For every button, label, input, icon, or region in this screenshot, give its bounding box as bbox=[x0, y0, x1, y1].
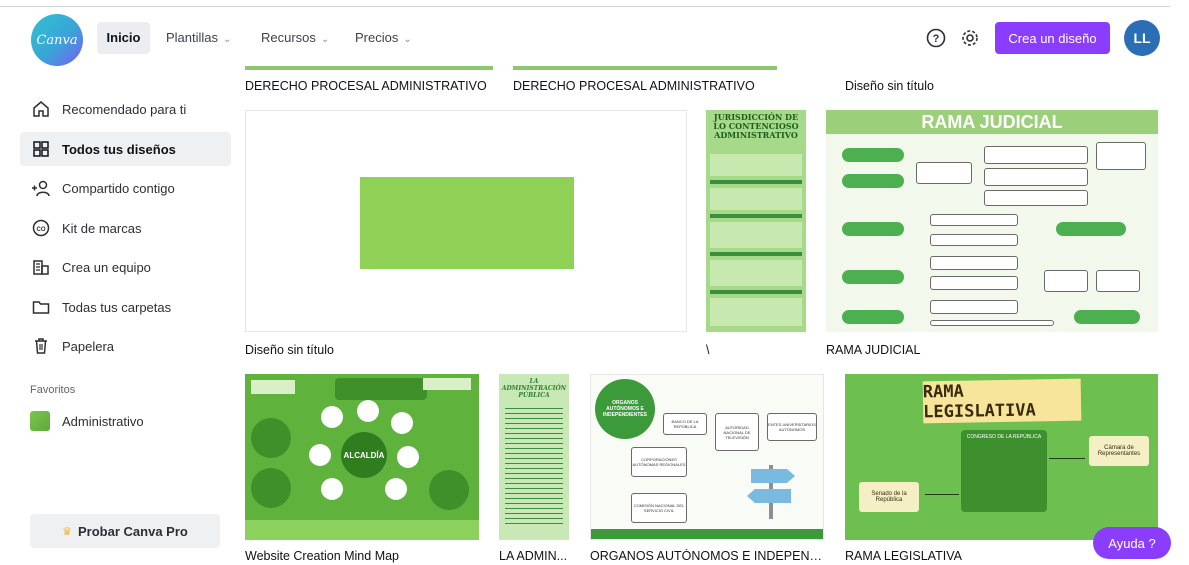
top-divider bbox=[0, 6, 1170, 7]
thumbnail-heading: RAMA JUDICIAL bbox=[921, 112, 1063, 132]
nav-precios[interactable]: Precios ⌄ bbox=[355, 22, 412, 54]
top-header: Canva Inicio Plantillas ⌄ Recursos ⌄ Preci… bbox=[0, 8, 1189, 68]
try-canva-pro-button[interactable]: ♛ Probar Canva Pro bbox=[30, 514, 220, 548]
help-button[interactable]: Ayuda ? bbox=[1093, 527, 1171, 559]
folder-thumbnail bbox=[30, 411, 50, 431]
nav-plantillas[interactable]: Plantillas ⌄ bbox=[166, 22, 231, 54]
design-title[interactable]: Website Creation Mind Map bbox=[245, 549, 479, 563]
design-thumbnail-partial[interactable] bbox=[245, 66, 493, 70]
thumbnail-box: COMISIÓN NACIONAL DEL SERVICIO CIVIL bbox=[631, 493, 687, 523]
folder-icon bbox=[30, 296, 52, 318]
sidebar-item-kit-marcas[interactable]: CO Kit de marcas bbox=[20, 211, 231, 245]
thumbnail-heading: JURISDICCIÓN DE LO CONTENCIOSO ADMINISTR… bbox=[713, 112, 799, 140]
thumbnail-text-lines bbox=[505, 408, 563, 528]
green-rectangle-shape bbox=[360, 177, 574, 269]
gear-icon[interactable] bbox=[959, 27, 981, 49]
thumbnail-heading: ORGANOS AUTÓNOMOS E INDEPENDIENTES bbox=[595, 379, 655, 439]
sidebar-item-label: Kit de marcas bbox=[62, 220, 142, 236]
nav-precios-label: Precios bbox=[355, 30, 399, 45]
design-thumbnail-admin-publica[interactable]: LA ADMINISTRACIÓN PÚBLICA bbox=[499, 374, 569, 540]
nav-recursos-label: Recursos bbox=[261, 30, 316, 45]
sidebar-item-todos[interactable]: Todos tus diseños bbox=[20, 132, 231, 166]
create-design-button[interactable]: Crea un diseño bbox=[995, 22, 1110, 54]
help-circle-icon[interactable]: ? bbox=[925, 27, 947, 49]
favorite-folder-administrativo[interactable]: Administrativo bbox=[30, 409, 144, 433]
chevron-down-icon: ⌄ bbox=[320, 34, 330, 45]
favorites-title: Favoritos bbox=[30, 384, 76, 396]
sidebar-item-carpetas[interactable]: Todas tus carpetas bbox=[20, 290, 231, 324]
design-thumbnail-rama-legislativa[interactable]: RAMA LEGISLATIVA CONGRESO DE LA REPÚBLIC… bbox=[845, 374, 1158, 540]
thumbnail-center-label: ALCALDÍA bbox=[341, 432, 387, 478]
nav-inicio[interactable]: Inicio bbox=[97, 22, 150, 54]
thumbnail-box: Senado de la República bbox=[859, 482, 919, 512]
svg-text:?: ? bbox=[933, 33, 940, 45]
design-title[interactable]: RAMA LEGISLATIVA bbox=[845, 549, 1045, 563]
svg-text:CO: CO bbox=[37, 227, 46, 233]
logo-text: Canva bbox=[36, 32, 78, 48]
design-title[interactable]: Diseño sin título bbox=[245, 343, 545, 357]
crown-icon: ♛ bbox=[62, 525, 73, 538]
thumbnail-box: CORPORACIONES AUTÓNOMAS REGIONALES bbox=[631, 447, 687, 477]
thumbnail-box: ENTES UNIVERSITARIOS AUTÓNOMOS bbox=[767, 413, 817, 441]
thumbnail-box: Cámara de Representantes bbox=[1089, 436, 1149, 466]
chevron-down-icon: ⌄ bbox=[223, 34, 232, 45]
sidebar-item-equipo[interactable]: Crea un equipo bbox=[20, 250, 231, 284]
sidebar-item-compartido[interactable]: Compartido contigo bbox=[20, 171, 231, 205]
sidebar-item-label: Compartido contigo bbox=[62, 180, 175, 196]
thumbnail-box: AUTORIDAD NACIONAL DE TELEVISIÓN bbox=[715, 413, 759, 451]
design-title[interactable]: LA ADMIN... bbox=[499, 549, 579, 563]
sidebar-item-label: Papelera bbox=[62, 338, 115, 354]
avatar[interactable]: LL bbox=[1124, 20, 1160, 56]
sidebar-item-label: Todos tus diseños bbox=[62, 141, 176, 157]
nav-plantillas-label: Plantillas bbox=[166, 30, 219, 45]
design-thumbnail-blank[interactable] bbox=[245, 110, 687, 332]
sidebar-item-label: Todas tus carpetas bbox=[62, 299, 172, 315]
thumbnail-diagram bbox=[834, 140, 1150, 326]
design-thumbnail-rama-judicial[interactable]: RAMA JUDICIAL bbox=[826, 110, 1158, 332]
pro-button-label: Probar Canva Pro bbox=[78, 523, 188, 539]
canva-logo[interactable]: Canva bbox=[31, 14, 83, 66]
favorite-label: Administrativo bbox=[62, 413, 144, 429]
design-title[interactable]: DERECHO PROCESAL ADMINISTRATIVO bbox=[245, 79, 505, 93]
design-title[interactable]: \ bbox=[706, 343, 766, 357]
chevron-down-icon: ⌄ bbox=[403, 34, 412, 45]
design-thumbnail-organos[interactable]: ORGANOS AUTÓNOMOS E INDEPENDIENTES BANCO… bbox=[590, 374, 824, 540]
design-title[interactable]: ORGANOS AUTÓNOMOS E INDEPENDI... bbox=[590, 549, 830, 563]
design-title[interactable]: DERECHO PROCESAL ADMINISTRATIVO bbox=[513, 79, 773, 93]
thumbnail-heading: RAMA LEGISLATIVA bbox=[922, 378, 1082, 424]
thumbnail-center-box: CONGRESO DE LA REPÚBLICA bbox=[961, 430, 1047, 512]
thumbnail-box: BANCO DE LA REPÚBLICA bbox=[663, 413, 707, 435]
signpost-icon bbox=[747, 465, 795, 519]
thumbnail-content bbox=[710, 154, 802, 326]
sidebar-item-recomendado[interactable]: Recomendado para ti bbox=[20, 92, 231, 126]
design-thumbnail-jurisdiccion[interactable]: JURISDICCIÓN DE LO CONTENCIOSO ADMINISTR… bbox=[706, 110, 806, 332]
grid-icon bbox=[30, 138, 52, 160]
nav-recursos[interactable]: Recursos ⌄ bbox=[261, 22, 329, 54]
sidebar-item-papelera[interactable]: Papelera bbox=[20, 329, 231, 363]
trash-icon bbox=[30, 335, 52, 357]
sidebar-item-label: Crea un equipo bbox=[62, 259, 151, 275]
building-icon bbox=[30, 256, 52, 278]
home-icon bbox=[30, 98, 52, 120]
design-thumbnail-mind-map[interactable]: ALCALDÍA bbox=[245, 374, 479, 540]
sidebar-item-label: Recomendado para ti bbox=[62, 101, 187, 117]
design-title[interactable]: RAMA JUDICIAL bbox=[826, 343, 1026, 357]
design-thumbnail-partial[interactable] bbox=[513, 66, 777, 70]
brand-kit-icon: CO bbox=[30, 217, 52, 239]
people-icon bbox=[30, 177, 52, 199]
design-title[interactable]: Diseño sin título bbox=[845, 79, 1045, 93]
thumbnail-label: CONGRESO DE LA REPÚBLICA bbox=[966, 434, 1042, 440]
thumbnail-heading: LA ADMINISTRACIÓN PÚBLICA bbox=[501, 378, 567, 399]
